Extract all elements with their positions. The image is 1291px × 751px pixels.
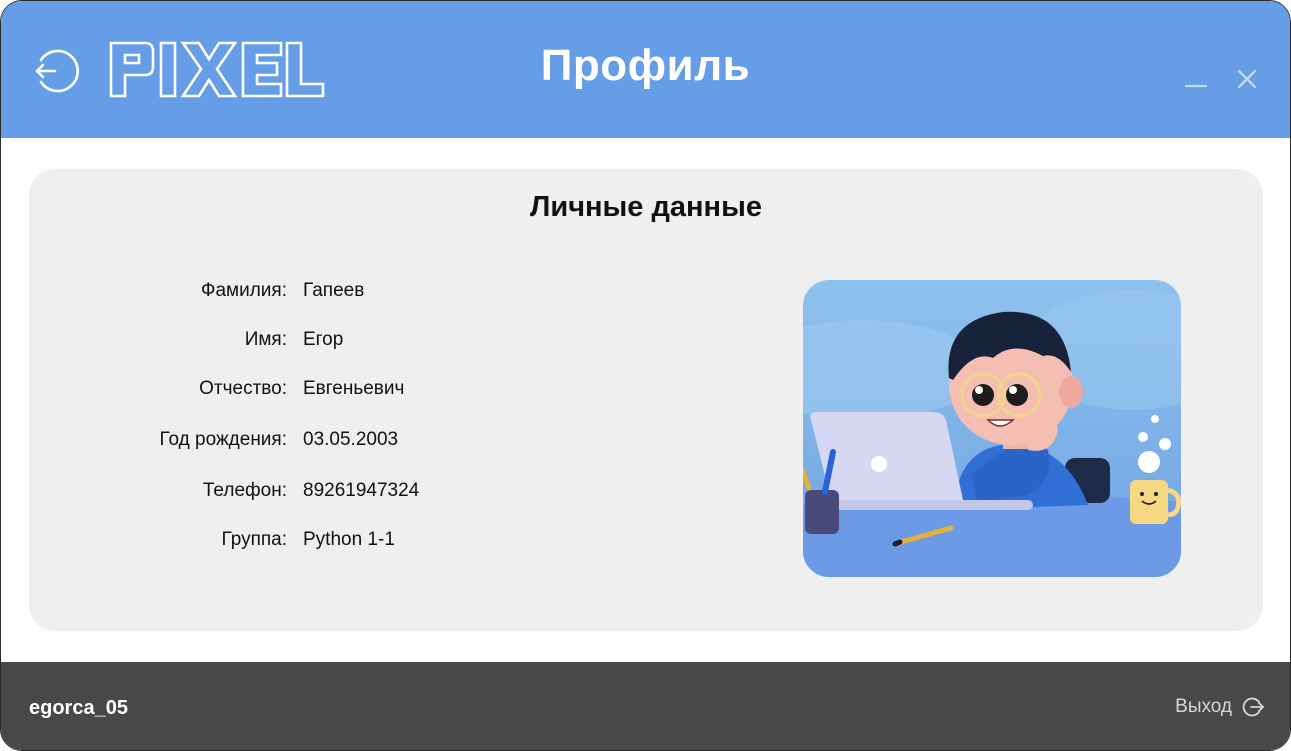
field-label: Телефон: [202,480,287,501]
field-label: Группа: [221,529,288,550]
field-label: Фамилия: [201,280,287,301]
field-value: Егор [303,329,344,350]
field-value: 03.05.2003 [303,429,399,450]
field-label: Отчество: [199,378,287,399]
username: egorca_05 [29,697,128,719]
logout-button[interactable]: Выход [1175,694,1264,720]
field-label: Год рождения: [159,429,288,450]
section-title: Личные данные [530,191,762,223]
field-value: Евгеньевич [303,378,405,399]
minimize-icon [1184,84,1208,88]
field-value: Python 1-1 [303,529,395,550]
page-title: Профиль [540,41,751,90]
logout-label: Выход [1175,696,1232,717]
field-value: 89261947324 [303,480,420,501]
field-label: Имя: [244,329,287,350]
logout-icon [1242,697,1264,717]
footer-bar: egorca_05 Выход [1,662,1290,750]
personal-data-card: Личные данные Фамилия: Гапеев Имя: Егор … [29,169,1263,631]
header-bar: Профиль [1,1,1290,138]
profile-window: Профиль Личные данные Фамилия: Гапеев Им… [0,0,1291,751]
close-button[interactable] [1235,67,1259,91]
close-icon [1237,69,1257,89]
field-value: Гапеев [303,280,365,301]
minimize-button[interactable] [1184,67,1208,91]
avatar-illustration [803,280,1181,577]
